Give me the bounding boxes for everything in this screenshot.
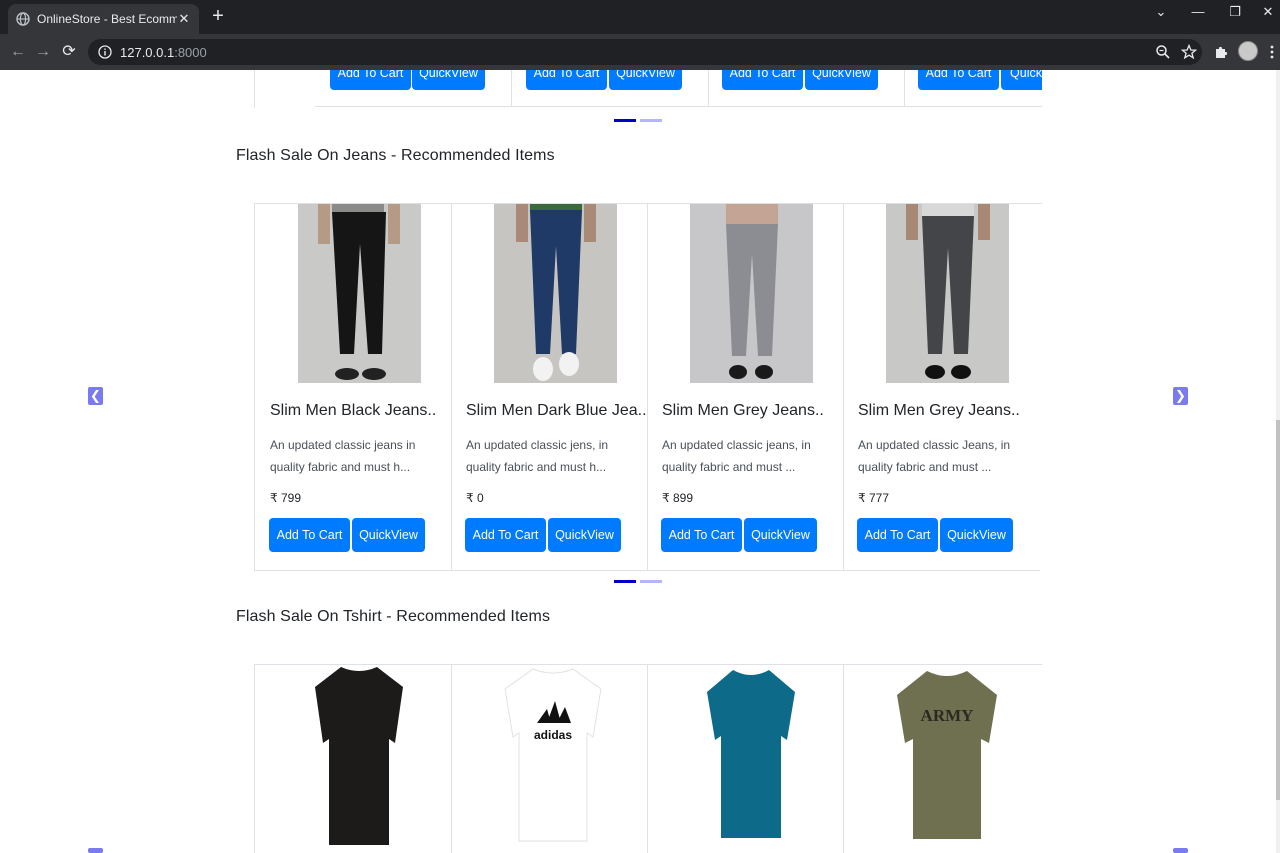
profile-avatar[interactable] [1238,41,1258,61]
carousel-prev-button[interactable] [88,848,103,853]
product-card: Slim Men Dark Blue Jea.. An updated clas… [451,204,648,571]
quickview-button[interactable]: QuickView [940,518,1013,552]
product-price: ₹ 899 [662,491,693,505]
add-to-cart-button[interactable]: Add To Cart [661,518,742,552]
carousel-indicator[interactable] [614,119,636,122]
top-product-card: Add To Cart QuickView [512,70,709,107]
product-card: Slim Men Black Jeans.. An updated classi… [255,204,452,571]
top-product-card: Add To Cart QuickView [315,70,512,107]
tab-close-icon[interactable]: ✕ [177,11,191,27]
carousel-next-button[interactable] [1173,848,1188,853]
zoom-icon[interactable] [1155,44,1171,60]
jeans-section-title: Flash Sale On Jeans - Recommended Items [236,147,555,164]
quickview-button[interactable]: QuickView [744,518,817,552]
browser-tab[interactable]: OnlineStore - Best Ecommerce W ✕ [8,4,199,34]
black-jeans-image[interactable] [298,204,421,383]
add-to-cart-button[interactable]: Add To Cart [269,518,350,552]
window-close-button[interactable]: ✕ [1256,4,1280,26]
forward-button[interactable]: → [33,42,53,62]
add-to-cart-button[interactable]: Add To Cart [857,518,938,552]
add-to-cart-button[interactable]: Add To Cart [722,70,803,90]
black-tshirt-image[interactable] [313,665,405,847]
browser-tabstrip: OnlineStore - Best Ecommerce W ✕ + ⌄ — ❐… [0,0,1280,34]
jeans-carousel-indicators [614,580,662,583]
product-description: An updated classic jens, in quality fabr… [466,438,609,474]
top-product-card: Add To Cart Quick [904,70,1042,107]
quickview-button[interactable]: QuickView [548,518,621,552]
back-button[interactable]: ← [8,42,28,62]
jeans-carousel-slide: Slim Men Black Jeans.. An updated classi… [254,203,1042,571]
info-icon[interactable] [98,45,112,59]
minimize-button[interactable]: — [1186,4,1210,26]
carousel-prev-button[interactable]: ❮ [88,387,103,405]
restore-button[interactable]: ❐ [1223,4,1247,26]
quickview-button[interactable]: QuickView [352,518,425,552]
page-content: Add To Cart QuickView Add To Cart QuickV… [0,70,1280,853]
top-product-card: Add To Cart QuickView [708,70,905,107]
product-name[interactable]: Slim Men Black Jeans.. [270,402,436,420]
product-card [647,665,844,853]
quickview-button[interactable]: QuickView [609,70,682,90]
product-name[interactable]: Slim Men Grey Jeans.. [662,402,824,420]
grey-jeans-image[interactable] [690,204,813,383]
product-price: ₹ 799 [270,491,301,505]
url-host: 127.0.0.1 [120,44,175,60]
browser-toolbar: ← → ⟳ 127.0.0.1 :8000 [0,34,1280,70]
product-card: Slim Men Grey Jeans.. An updated classic… [647,204,844,571]
olive-army-tshirt-image[interactable]: ARMY [895,669,999,841]
product-card [255,665,452,853]
url-port: :8000 [174,44,207,60]
carousel-indicator[interactable] [640,580,662,583]
product-price: ₹ 0 [466,491,484,505]
reload-button[interactable]: ⟳ [59,42,79,62]
tshirt-section-title: Flash Sale On Tshirt - Recommended Items [236,608,551,625]
tshirt-print-text: ARMY [921,706,974,725]
new-tab-button[interactable]: + [208,6,228,26]
white-adidas-tshirt-image[interactable]: adidas [503,667,603,843]
address-bar[interactable]: 127.0.0.1 :8000 [88,39,1202,65]
extensions-puzzle-icon[interactable] [1213,44,1229,60]
carousel-indicator[interactable] [614,580,636,583]
product-name[interactable]: Slim Men Grey Jeans.. [858,402,1020,420]
product-price: ₹ 777 [858,491,889,505]
add-to-cart-button[interactable]: Add To Cart [918,70,999,90]
product-card: adidas [451,665,648,853]
quickview-button[interactable]: QuickView [805,70,878,90]
product-name[interactable]: Slim Men Dark Blue Jea.. [466,402,647,420]
add-to-cart-button[interactable]: Add To Cart [330,70,411,90]
product-description: An updated classic Jeans, in quality fab… [858,438,1011,474]
quickview-button[interactable]: Quick [1001,70,1042,90]
bookmark-star-icon[interactable] [1181,44,1197,60]
product-card: Slim Men Grey Jeans.. An updated classic… [843,204,1040,571]
scrollbar-thumb[interactable] [1276,420,1280,800]
dark-grey-jeans-image[interactable] [886,204,1009,383]
product-card: ARMY [843,665,1040,853]
tshirt-print-text: adidas [534,728,572,742]
product-description: An updated classic jeans in quality fabr… [270,438,416,474]
globe-icon [16,12,30,26]
add-to-cart-button[interactable]: Add To Cart [465,518,546,552]
teal-tshirt-image[interactable] [705,668,797,840]
top-carousel-indicators [614,119,662,122]
tab-title: OnlineStore - Best Ecommerce W [37,12,177,26]
carousel-indicator[interactable] [640,119,662,122]
tshirt-carousel-slide: adidas ARMY [254,664,1042,853]
tab-search-icon[interactable]: ⌄ [1149,4,1173,26]
top-carousel-slide: Add To Cart QuickView Add To Cart QuickV… [254,70,1042,108]
menu-dots-icon[interactable] [1268,44,1276,60]
product-description: An updated classic jeans, in quality fab… [662,438,811,474]
carousel-next-button[interactable]: ❯ [1173,387,1188,405]
add-to-cart-button[interactable]: Add To Cart [526,70,607,90]
dark-blue-jeans-image[interactable] [494,204,617,383]
quickview-button[interactable]: QuickView [412,70,485,90]
